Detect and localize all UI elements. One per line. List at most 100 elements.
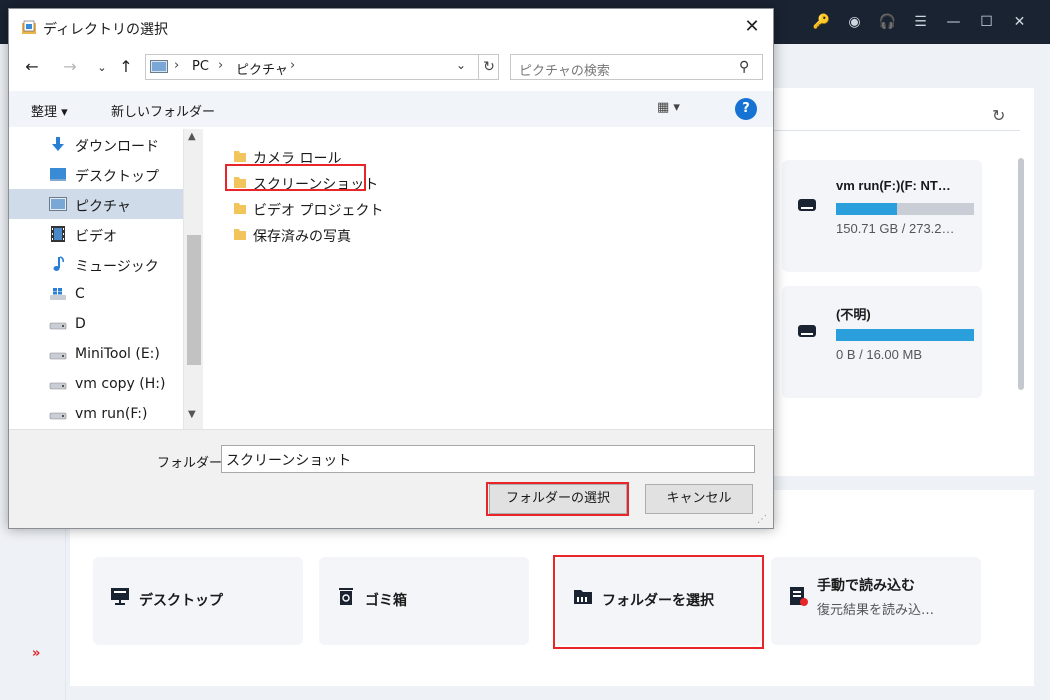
- scroll-up-icon[interactable]: ▲: [188, 131, 196, 142]
- nav-item-label: vm run(F:): [75, 406, 148, 422]
- video-icon: [51, 226, 65, 242]
- breadcrumb-chevron-icon: ›: [218, 58, 224, 73]
- nav-item-label: MiniTool (E:): [75, 346, 160, 362]
- breadcrumb-pc[interactable]: PC: [192, 59, 209, 74]
- breadcrumb-pictures[interactable]: ピクチャ: [236, 59, 288, 78]
- desktop-icon: [50, 168, 66, 181]
- refresh-icon[interactable]: ↻: [992, 106, 1005, 125]
- address-refresh-icon[interactable]: ↻: [478, 55, 499, 79]
- nav-item-drive-h[interactable]: vm copy (H:): [9, 369, 183, 399]
- folder-label: 保存済みの写真: [253, 229, 351, 245]
- drives-scrollbar[interactable]: [1018, 158, 1024, 390]
- hard-drive-icon: [798, 199, 816, 211]
- disc-icon[interactable]: ◉: [838, 12, 871, 32]
- scroll-down-icon[interactable]: ▼: [188, 409, 196, 420]
- nav-item-label: ダウンロード: [75, 139, 159, 155]
- search-icon[interactable]: ⚲: [739, 59, 749, 75]
- location-trash-card[interactable]: ゴミ箱: [319, 557, 529, 645]
- folder-label: ビデオ プロジェクト: [253, 203, 384, 219]
- nav-item-drive-d[interactable]: D: [9, 309, 183, 339]
- trash-icon: [339, 588, 353, 605]
- address-bar[interactable]: › PC › ピクチャ › ⌄ ↻: [145, 54, 499, 80]
- location-label: 手動で読み込む: [817, 578, 915, 594]
- address-dropdown-icon[interactable]: ⌄: [456, 58, 466, 72]
- drive-icon: [49, 382, 67, 390]
- drive-usage-fill: [836, 203, 897, 215]
- help-icon[interactable]: ?: [735, 98, 757, 120]
- nav-item-drive-e[interactable]: MiniTool (E:): [9, 339, 183, 369]
- drive-usage-fill: [836, 329, 974, 341]
- folder-name-input[interactable]: スクリーンショット: [221, 445, 755, 473]
- location-desktop-card[interactable]: デスクトップ: [93, 557, 303, 645]
- folder-field-label: フォルダー:: [157, 456, 227, 471]
- select-directory-dialog: ディレクトリの選択 ✕ ← → ⌄ ↑ › PC › ピクチャ › ⌄ ↻ ピク…: [8, 8, 774, 529]
- dialog-title: ディレクトリの選択: [43, 22, 169, 38]
- folder-icon: [234, 151, 246, 162]
- minimize-icon[interactable]: —: [937, 12, 970, 32]
- drive-icon: [49, 352, 67, 360]
- nav-item-drive-c[interactable]: C: [9, 279, 183, 309]
- nav-item-downloads[interactable]: ダウンロード: [9, 129, 183, 159]
- nav-item-label: ピクチャ: [75, 199, 131, 215]
- nav-item-videos[interactable]: ビデオ: [9, 219, 183, 249]
- pictures-icon: [49, 197, 67, 211]
- search-placeholder: ピクチャの検索: [519, 64, 610, 79]
- dialog-footer: フォルダー: スクリーンショット フォルダーの選択 キャンセル ⋰: [9, 429, 773, 528]
- nav-item-music[interactable]: ミュージック: [9, 249, 183, 279]
- resize-grip-icon[interactable]: ⋰: [757, 514, 767, 525]
- select-folder-highlight: [553, 555, 764, 649]
- cancel-button[interactable]: キャンセル: [645, 484, 753, 514]
- key-icon[interactable]: 🔑: [805, 12, 838, 32]
- folder-app-icon: [22, 20, 36, 34]
- search-input[interactable]: ピクチャの検索 ⚲: [510, 54, 763, 80]
- drive-card[interactable]: (不明) 0 B / 16.00 MB: [782, 286, 982, 398]
- view-options-icon[interactable]: ▦ ▾: [657, 100, 680, 115]
- nav-item-label: デスクトップ: [75, 169, 159, 185]
- nav-item-label: C: [75, 286, 85, 302]
- music-icon: [53, 256, 64, 271]
- nav-item-label: vm copy (H:): [75, 376, 166, 392]
- headset-icon[interactable]: 🎧: [871, 12, 904, 32]
- forward-arrow-icon[interactable]: →: [59, 57, 81, 76]
- selected-folder-highlight: [225, 164, 366, 191]
- recent-locations-chevron-icon[interactable]: ⌄: [91, 61, 113, 74]
- menu-icon[interactable]: ☰: [904, 12, 937, 32]
- maximize-icon[interactable]: ☐: [970, 12, 1003, 32]
- folder-icon: [234, 203, 246, 214]
- location-manual-load-card[interactable]: 手動で読み込む 復元結果を読み込…: [771, 557, 981, 645]
- location-sublabel: 復元結果を読み込…: [817, 603, 935, 618]
- back-arrow-icon[interactable]: ←: [21, 57, 43, 76]
- navigation-scrollbar[interactable]: ▲ ▼: [183, 129, 203, 429]
- breadcrumb-chevron-icon: ›: [290, 58, 296, 73]
- select-folder-button-highlight: [486, 482, 629, 516]
- drive-name: vm run(F:)(F: NT…: [836, 178, 951, 193]
- organize-button[interactable]: 整理 ▾: [31, 101, 68, 120]
- load-result-icon: [790, 587, 808, 606]
- download-icon: [52, 137, 64, 151]
- nav-item-drive-f[interactable]: vm run(F:): [9, 399, 183, 429]
- folder-list: カメラ ロール スクリーンショット ビデオ プロジェクト 保存済みの写真: [205, 129, 773, 429]
- scrollbar-thumb[interactable]: [187, 235, 201, 365]
- drive-size: 0 B / 16.00 MB: [836, 347, 922, 362]
- folder-icon: [234, 229, 246, 240]
- nav-item-label: ビデオ: [75, 229, 117, 245]
- navigation-row: ← → ⌄ ↑ › PC › ピクチャ › ⌄ ↻ ピクチャの検索 ⚲: [9, 51, 773, 85]
- hard-drive-icon: [798, 325, 816, 337]
- drive-icon: [49, 412, 67, 420]
- desktop-icon: [111, 588, 129, 605]
- location-label: デスクトップ: [139, 593, 223, 609]
- dialog-toolbar: 整理 ▾ 新しいフォルダー ▦ ▾ ?: [9, 91, 773, 127]
- close-icon[interactable]: ✕: [1003, 12, 1036, 32]
- drive-card[interactable]: vm run(F:)(F: NT… 150.71 GB / 273.2…: [782, 160, 982, 272]
- new-folder-button[interactable]: 新しいフォルダー: [111, 101, 215, 120]
- nav-item-desktop[interactable]: デスクトップ: [9, 159, 183, 189]
- location-label: ゴミ箱: [365, 593, 407, 609]
- dialog-close-icon[interactable]: ✕: [737, 15, 767, 39]
- up-arrow-icon[interactable]: ↑: [115, 57, 137, 76]
- nav-item-pictures[interactable]: ピクチャ: [9, 189, 183, 219]
- expand-sidebar-icon[interactable]: »: [32, 646, 40, 661]
- nav-item-label: D: [75, 316, 86, 332]
- navigation-pane: ダウンロード デスクトップ ピクチャ ビデオ ミュージック C D MiniTo…: [9, 129, 203, 429]
- drive-name: (不明): [836, 307, 871, 322]
- app-top-icons: 🔑 ◉ 🎧 ☰ — ☐ ✕: [805, 12, 1036, 32]
